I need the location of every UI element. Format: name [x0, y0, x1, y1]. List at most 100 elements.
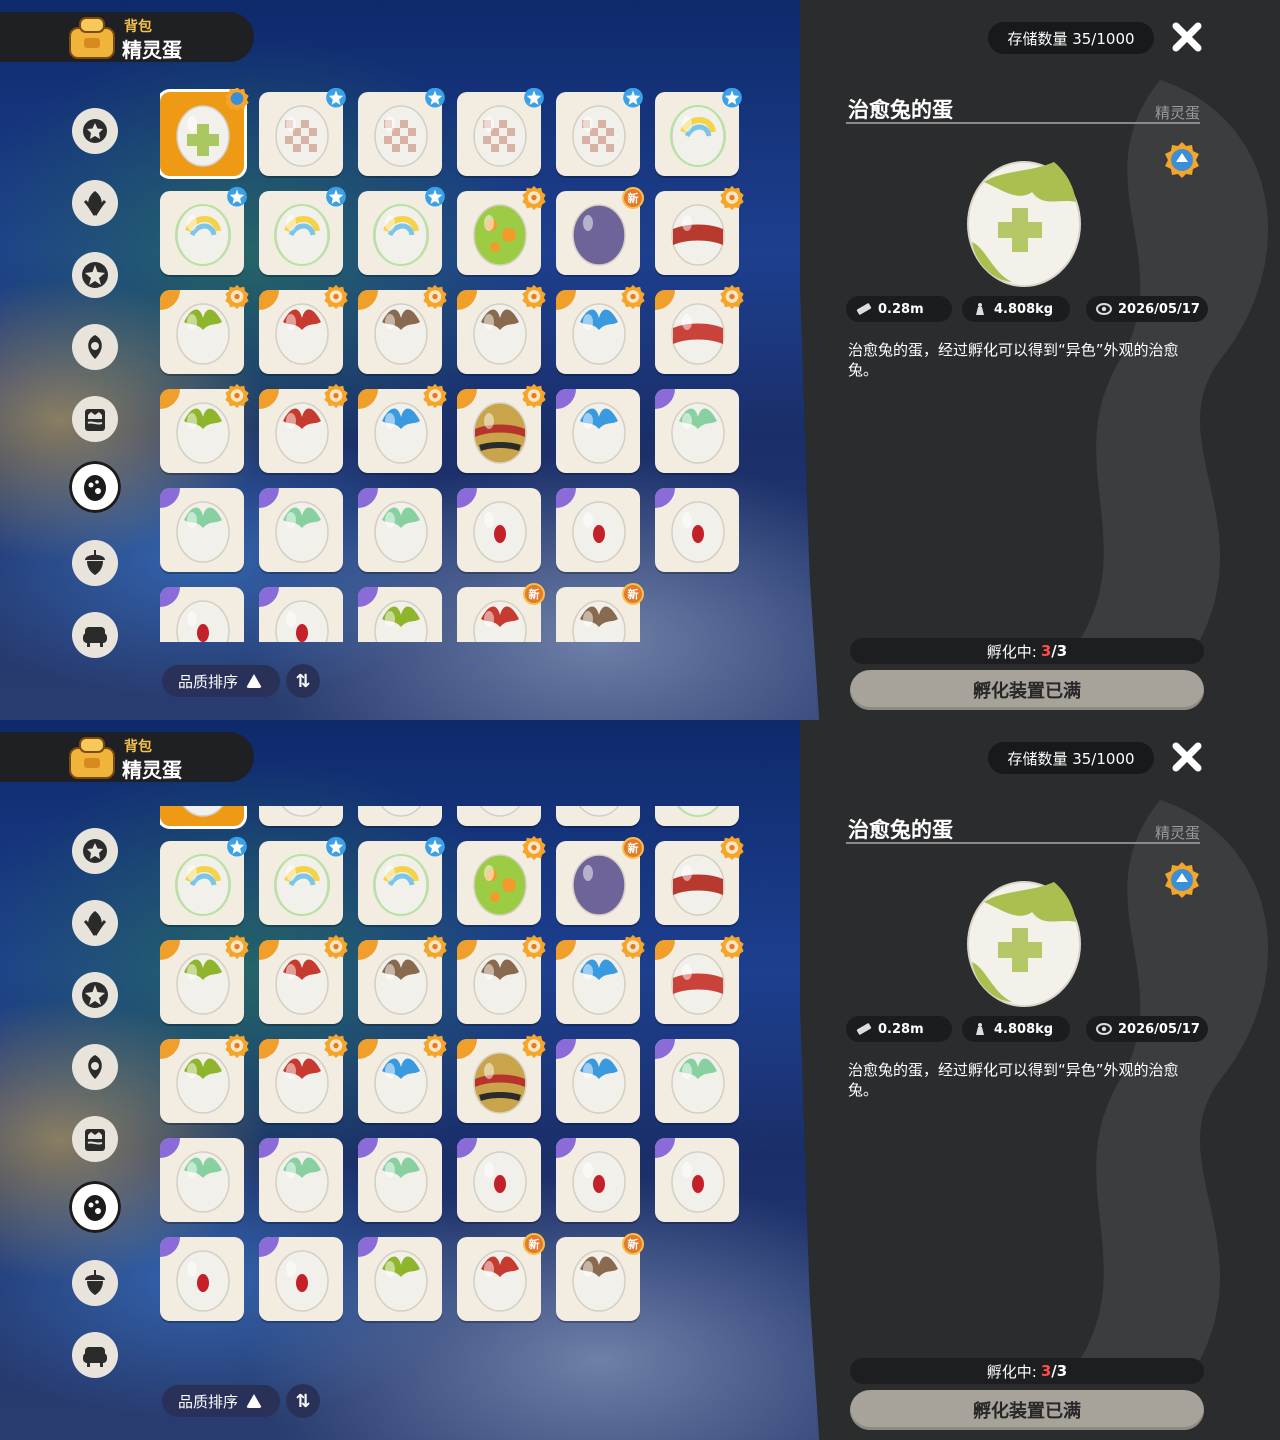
egg-slot[interactable]	[457, 835, 546, 925]
category-tab[interactable]	[72, 1332, 118, 1378]
egg-slot[interactable]	[160, 186, 247, 275]
quality-sort-button[interactable]: 品质排序	[162, 1385, 280, 1417]
category-tab[interactable]	[72, 1116, 118, 1162]
category-tab[interactable]	[72, 900, 118, 946]
egg-slot[interactable]	[556, 1138, 640, 1222]
close-icon[interactable]	[1170, 20, 1204, 54]
egg-slot[interactable]	[358, 1237, 442, 1321]
egg-slot[interactable]	[259, 186, 346, 275]
egg-slot[interactable]	[655, 806, 739, 826]
egg-slot[interactable]	[259, 488, 343, 572]
egg-slot[interactable]	[259, 88, 346, 176]
egg-slot[interactable]	[457, 488, 541, 572]
sort-toggle-button[interactable]: ⇅	[286, 1384, 320, 1418]
category-tab[interactable]	[72, 828, 118, 874]
egg-slot[interactable]	[556, 284, 645, 374]
hatch-current: 3	[1040, 1362, 1052, 1380]
egg-slot[interactable]	[160, 836, 247, 925]
egg-slot[interactable]	[358, 186, 445, 275]
egg-slot[interactable]: 新	[457, 583, 545, 642]
egg-slot[interactable]	[358, 587, 442, 642]
egg-slot[interactable]	[160, 1237, 244, 1321]
egg-slot[interactable]	[655, 389, 739, 473]
egg-slot[interactable]	[358, 1033, 447, 1123]
egg-slot[interactable]	[556, 389, 640, 473]
hatch-full-button[interactable]: 孵化装置已满	[850, 1390, 1204, 1430]
egg-slot[interactable]	[358, 284, 447, 374]
egg-slot[interactable]	[556, 1039, 640, 1123]
egg-slot[interactable]	[655, 284, 744, 374]
egg-slot[interactable]	[259, 806, 343, 826]
egg-slot[interactable]	[457, 934, 546, 1024]
egg-grid-viewport[interactable]: 新新新	[160, 806, 760, 1380]
egg-slot[interactable]	[457, 383, 546, 473]
star-badge-icon	[227, 836, 247, 857]
egg-slot[interactable]	[358, 1138, 442, 1222]
egg-slot[interactable]	[556, 488, 640, 572]
category-tab[interactable]	[72, 972, 118, 1018]
quality-sort-button[interactable]: 品质排序	[162, 665, 280, 697]
egg-slot[interactable]	[655, 1039, 739, 1123]
egg-slot[interactable]	[259, 284, 348, 374]
egg-slot[interactable]: 新	[556, 837, 644, 925]
category-tab[interactable]	[72, 1260, 118, 1306]
egg-slot[interactable]	[655, 835, 744, 925]
mint-leaf-egg-icon	[176, 501, 230, 563]
hatch-full-button[interactable]: 孵化装置已满	[850, 670, 1204, 710]
egg-slot[interactable]	[358, 88, 445, 176]
egg-slot[interactable]	[457, 88, 544, 176]
category-tab[interactable]	[72, 1044, 118, 1090]
egg-slot[interactable]	[358, 836, 445, 925]
category-tab[interactable]	[72, 180, 118, 226]
egg-slot[interactable]	[259, 1237, 343, 1321]
category-tab[interactable]	[72, 252, 118, 298]
egg-slot[interactable]	[655, 1138, 739, 1222]
egg-slot[interactable]	[655, 934, 744, 1024]
egg-slot[interactable]	[655, 185, 744, 275]
egg-slot[interactable]	[457, 1138, 541, 1222]
egg-slot[interactable]	[556, 806, 640, 826]
category-tab[interactable]	[72, 324, 118, 370]
egg-slot[interactable]	[457, 806, 541, 826]
egg-slot[interactable]: 新	[556, 583, 644, 642]
egg-slot[interactable]	[457, 284, 546, 374]
egg-slot[interactable]	[160, 383, 249, 473]
red-dot-egg-icon	[671, 1151, 725, 1213]
egg-slot[interactable]	[358, 383, 447, 473]
egg-slot[interactable]	[160, 284, 249, 374]
egg-slot[interactable]	[655, 88, 742, 176]
egg-slot[interactable]	[160, 488, 244, 572]
egg-grid-viewport[interactable]: 新新新	[160, 88, 760, 642]
egg-slot[interactable]	[160, 1138, 244, 1222]
egg-slot[interactable]	[160, 806, 244, 826]
egg-slot[interactable]	[259, 934, 348, 1024]
egg-slot[interactable]	[655, 488, 739, 572]
egg-slot[interactable]	[457, 1033, 546, 1123]
egg-slot[interactable]	[358, 806, 442, 826]
category-tab[interactable]	[72, 396, 118, 442]
category-tab[interactable]	[72, 108, 118, 154]
egg-slot[interactable]	[457, 185, 546, 275]
category-tab[interactable]	[72, 540, 118, 586]
egg-slot[interactable]	[160, 587, 244, 642]
category-tab[interactable]	[72, 612, 118, 658]
egg-slot[interactable]: 新	[556, 187, 644, 275]
sort-toggle-button[interactable]: ⇅	[286, 664, 320, 698]
egg-slot[interactable]	[160, 1033, 249, 1123]
egg-slot[interactable]	[556, 88, 643, 176]
egg-slot[interactable]	[160, 88, 249, 176]
category-tab[interactable]	[69, 1181, 121, 1233]
egg-slot[interactable]	[556, 934, 645, 1024]
egg-slot[interactable]	[259, 383, 348, 473]
close-icon[interactable]	[1170, 740, 1204, 774]
egg-slot[interactable]	[160, 934, 249, 1024]
category-tab[interactable]	[69, 461, 121, 513]
egg-slot[interactable]	[358, 934, 447, 1024]
egg-slot[interactable]	[259, 587, 343, 642]
egg-slot[interactable]	[358, 488, 442, 572]
egg-slot[interactable]	[259, 1033, 348, 1123]
egg-slot[interactable]	[259, 836, 346, 925]
egg-slot[interactable]: 新	[457, 1233, 545, 1321]
egg-slot[interactable]	[259, 1138, 343, 1222]
egg-slot[interactable]: 新	[556, 1233, 644, 1321]
